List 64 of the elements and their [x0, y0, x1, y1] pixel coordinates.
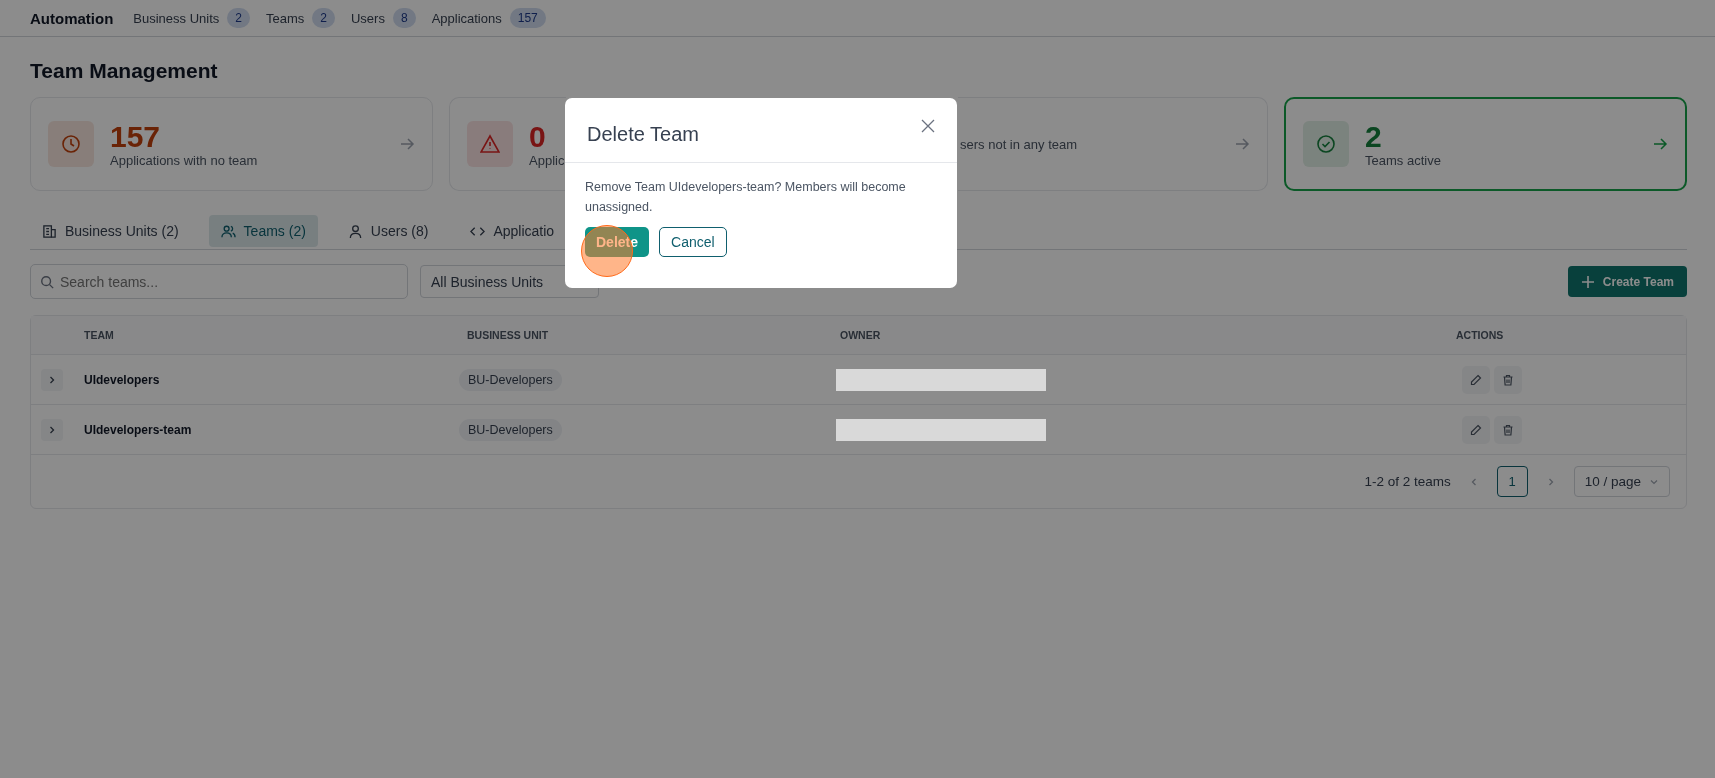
plus-icon [1580, 274, 1595, 289]
delete-button[interactable] [1494, 415, 1522, 444]
team-name: UIdevelopers-team [84, 422, 193, 437]
arrow-right-icon [1234, 136, 1250, 152]
create-team-button[interactable]: Create Team [1567, 266, 1687, 297]
page-size-dropdown[interactable]: 10 / page [1573, 466, 1670, 497]
cancel-button[interactable]: Cancel [659, 227, 727, 257]
chevron-icon [47, 424, 57, 435]
stat-label: Applications with no team [110, 152, 259, 168]
people-icon [220, 223, 236, 239]
nav-link[interactable]: Users [351, 10, 385, 26]
tab[interactable]: Users (8) [335, 215, 441, 247]
stat-label: Teams active [1365, 152, 1442, 168]
tab[interactable]: Applicatio [458, 215, 567, 247]
trash-icon [1502, 423, 1514, 436]
stat-value: 2 [1365, 120, 1383, 153]
pencil-icon [1470, 373, 1482, 386]
column-header: ACTIONS [1456, 329, 1505, 341]
edit-button[interactable] [1462, 415, 1490, 444]
chevron-icon [47, 374, 57, 385]
building-icon [42, 223, 57, 239]
nav-link[interactable]: Teams [266, 10, 305, 26]
team-name: UIdevelopers [84, 372, 161, 387]
nav-link[interactable]: Business Units [133, 10, 220, 26]
close-icon[interactable] [921, 119, 935, 133]
business-unit-tag: BU-Developers [459, 418, 562, 441]
check-circle-icon [1316, 134, 1336, 154]
dialog-message: Remove Team UIdevelopers-team? Members will become unassigned. [585, 179, 907, 216]
business-unit-tag: BU-Developers [459, 368, 562, 391]
dialog-title: Delete Team [587, 122, 699, 146]
nav-link[interactable]: Applications [431, 10, 502, 26]
arrow-right-icon [399, 136, 415, 152]
count-badge: 157 [509, 8, 546, 28]
stat-label: Applic [529, 152, 566, 168]
stat-card[interactable]: 157 Applications with no team [30, 97, 433, 191]
trash-icon [1502, 373, 1514, 386]
page-title: Team Management [30, 59, 219, 83]
count-badge: 8 [392, 8, 416, 28]
stat-value: 0 [529, 120, 547, 153]
stat-card[interactable]: sers not in any team [958, 97, 1268, 191]
clock-icon [61, 134, 81, 154]
stat-label: sers not in any team [960, 136, 1079, 152]
arrow-right-icon [1652, 136, 1668, 152]
count-badge: 2 [312, 8, 335, 28]
stat-value: 157 [110, 120, 162, 153]
stat-card[interactable]: 2 Teams active [1284, 97, 1687, 191]
tab[interactable]: Teams (2) [208, 215, 318, 247]
page-button[interactable]: 1 [1496, 466, 1528, 497]
pagination-summary: 1-2 of 2 teams [1364, 474, 1451, 489]
warning-icon [480, 134, 500, 154]
column-header: TEAM [84, 329, 115, 341]
pencil-icon [1470, 423, 1482, 436]
tab[interactable]: Business Units (2) [30, 215, 191, 247]
stat-card[interactable]: 0 Applic [449, 97, 566, 191]
count-badge: 2 [227, 8, 250, 28]
column-header: BUSINESS UNIT [467, 329, 550, 341]
expand-button[interactable] [41, 418, 63, 441]
app-title: Automation [30, 9, 114, 27]
search-field[interactable]: Search teams... [30, 264, 408, 299]
edit-button[interactable] [1462, 365, 1490, 394]
expand-button[interactable] [41, 368, 63, 391]
column-header: OWNER [840, 329, 882, 341]
person-icon [347, 223, 363, 239]
delete-button[interactable] [1494, 365, 1522, 394]
